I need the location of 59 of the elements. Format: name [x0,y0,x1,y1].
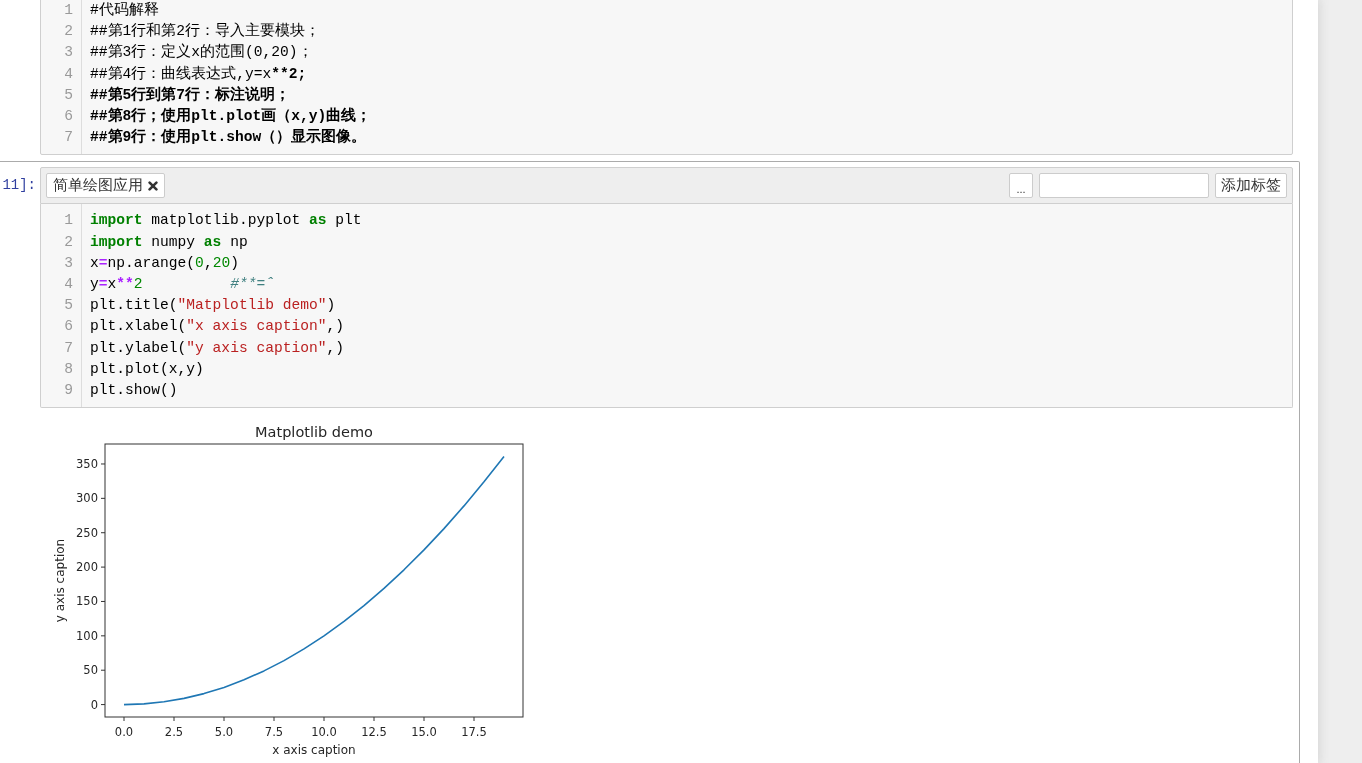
code-line: #代码解释 [90,1,159,20]
line-number: 2 [64,22,73,42]
code-line: import matplotlib.pyplot as plt [90,211,362,231]
code-line: x=np.arange(0,20) [90,253,239,273]
tag-label: 简单绘图应用 [53,176,143,196]
code-line: import numpy as np [90,232,248,252]
code-editor[interactable]: 1 2 3 4 5 6 7 #代码解释 ##第1行和第2行：导入主要模块； ##第3行：定义x的范围(0,20)； ##第4行：曲线表达式,y=x**2; ##第5行到第7行：标注说明； ##第8行；使用plt.plot画（x,y)曲线； ##第9行：使用plt.show（）显示图像。 [40,0,1293,156]
line-number: 1 [64,1,73,20]
code-line: ##第8行；使用plt.plot画（x,y)曲线； [90,106,372,126]
tag-input-field[interactable] [1039,173,1209,199]
code-line: ##第5行到第7行：标注说明； [90,85,291,105]
line-number: 7 [64,128,73,148]
code-line: plt.plot(x,y) [90,359,204,379]
tick-label: 5.0 [214,725,234,740]
code-line: plt.title("Matplotlib demo") [90,296,336,316]
tick-label: 2.5 [164,725,184,740]
code-line: ##第1行和第2行：导入主要模块； [90,21,321,42]
line-number: 3 [64,253,73,273]
line-number: 6 [64,107,73,126]
axis-label: x axis caption [272,743,356,758]
code-line: ##第4行：曲线表达式,y=x**2; [90,64,307,84]
line-number: 4 [64,275,73,295]
line-number: 2 [64,232,73,252]
axis-label: y axis caption [53,539,67,623]
close-icon[interactable] [148,180,158,191]
code-line: y=x**2 #**=ˆ [90,275,274,295]
tick-label: 10.0 [311,725,337,740]
tick-label: 0 [90,697,98,712]
tick-label: 200 [76,560,98,575]
tick-label: 100 [76,629,98,644]
tick-label: 7.5 [264,725,284,740]
code-line: plt.xlabel("x axis caption",) [90,317,344,337]
tick-label: 350 [76,457,98,472]
tick-label: 50 [83,663,98,678]
line-number: 5 [64,85,73,105]
add-tag-button[interactable]: 添加标签 [1215,173,1287,199]
tick-label: 300 [76,491,98,506]
tick-label: 0.0 [114,725,134,740]
code-line: ##第9行：使用plt.show（）显示图像。 [90,127,367,148]
tick-label: 15.0 [411,725,437,740]
tick-label: 17.5 [461,725,487,740]
tick-label: 12.5 [361,725,387,740]
code-editor[interactable] [40,204,1293,409]
line-number: 5 [64,296,73,316]
execution-prompt: 11]: [2,176,37,196]
chart-title: Matplotlib demo [255,424,373,441]
line-number: 4 [64,64,73,84]
line-number: 7 [64,338,73,358]
line-number: 9 [64,381,73,401]
line-number: 8 [64,359,73,379]
code-line: plt.show() [90,381,178,401]
tick-label: 150 [76,594,98,609]
code-line: ##第3行：定义x的范围(0,20)； [90,42,313,63]
line-number: 3 [64,43,73,63]
tick-label: 250 [76,525,98,540]
line-number: 1 [64,211,73,231]
more-button[interactable]: ... [1009,173,1033,199]
code-line: plt.ylabel("y axis caption",) [90,338,344,358]
line-number: 6 [64,317,73,337]
